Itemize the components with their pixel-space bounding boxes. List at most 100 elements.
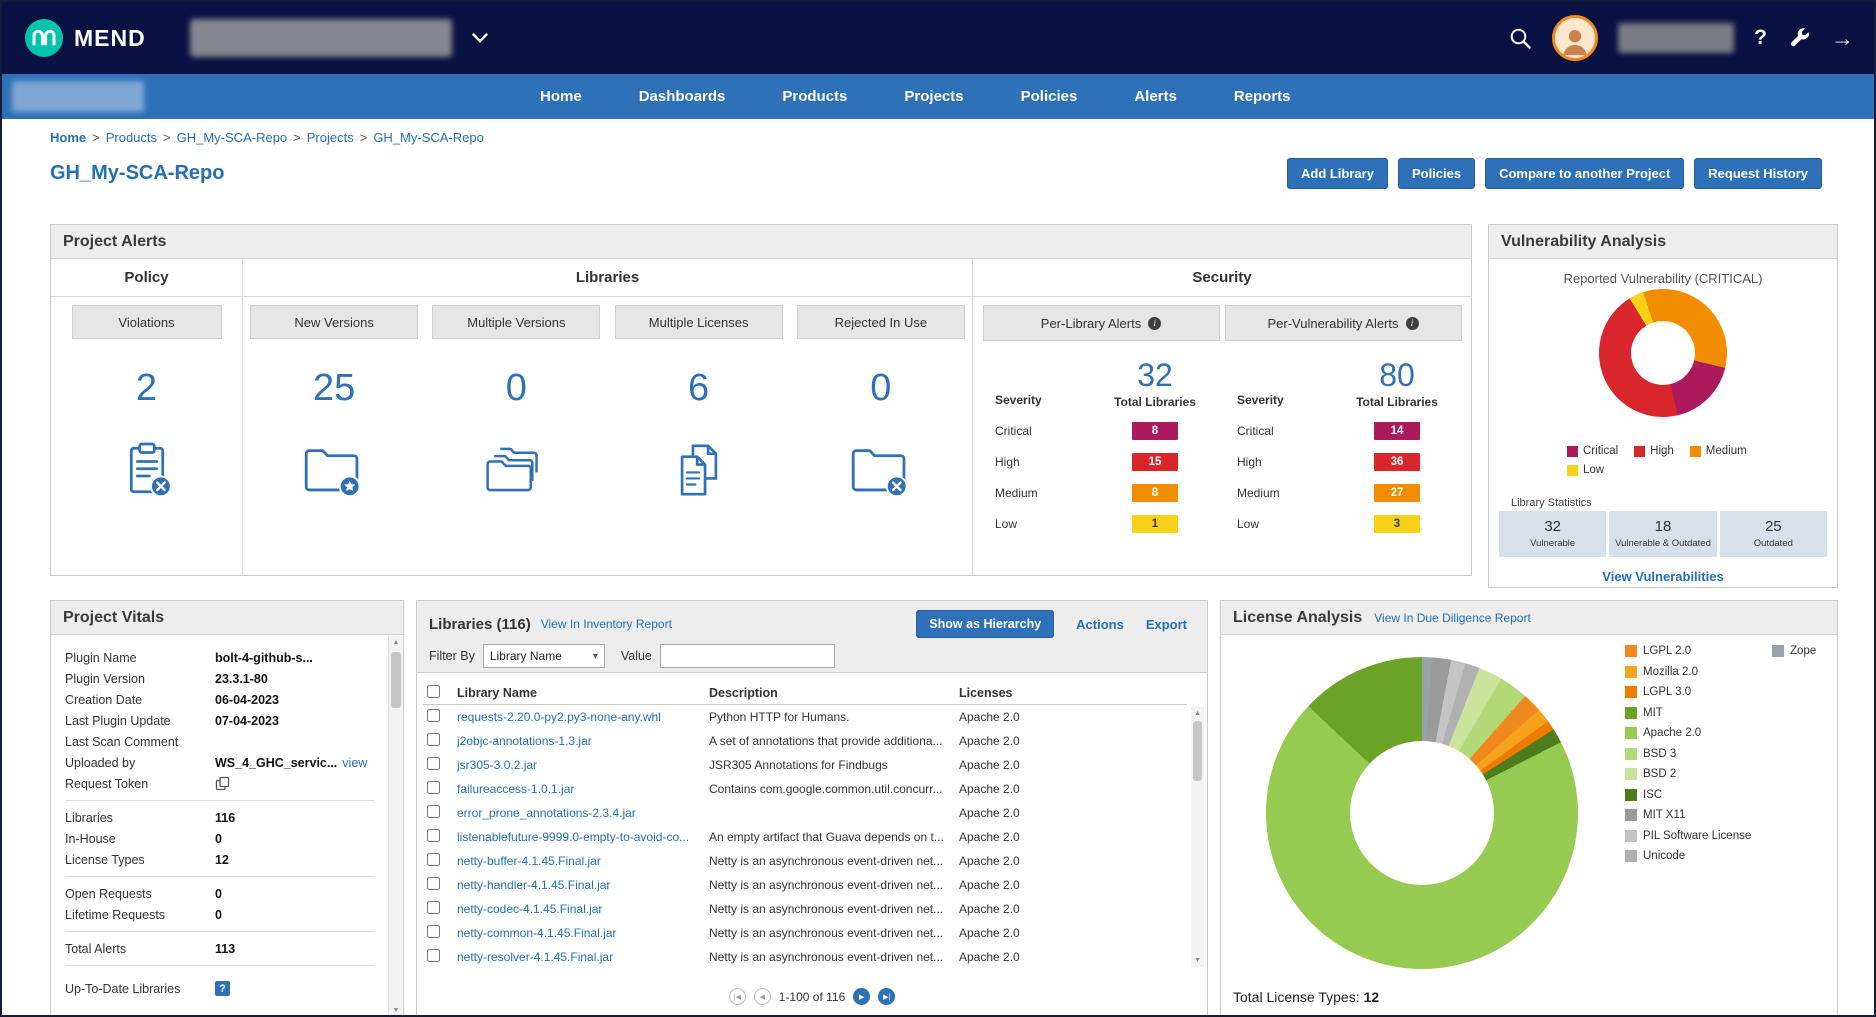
compare-project-button[interactable]: Compare to another Project xyxy=(1485,158,1684,189)
library-link[interactable]: netty-buffer-4.1.45.Final.jar xyxy=(457,854,709,868)
org-selector-redacted[interactable] xyxy=(190,19,452,57)
nav-item-policies[interactable]: Policies xyxy=(1021,88,1078,105)
violations-count[interactable]: 2 xyxy=(136,366,157,410)
row-checkbox[interactable] xyxy=(427,829,440,842)
vulnerability-analysis-title: Vulnerability Analysis xyxy=(1501,233,1666,251)
mend-brand: MEND xyxy=(24,18,146,58)
nav-item-home[interactable]: Home xyxy=(540,88,582,105)
view-link[interactable]: view xyxy=(342,756,367,770)
search-icon[interactable] xyxy=(1508,26,1532,50)
first-page-button[interactable] xyxy=(729,988,746,1005)
filter-value-input[interactable] xyxy=(660,644,835,668)
info-icon[interactable] xyxy=(1148,317,1161,330)
actions-button[interactable]: Actions xyxy=(1076,617,1124,632)
nav-item-reports[interactable]: Reports xyxy=(1234,88,1291,105)
libraries-group: Libraries New Versions 25 xyxy=(243,259,973,575)
nav-item-projects[interactable]: Projects xyxy=(904,88,963,105)
row-checkbox[interactable] xyxy=(427,709,440,722)
next-page-button[interactable] xyxy=(853,988,870,1005)
project-alerts-panel: Project Alerts Policy Violations 2 xyxy=(50,224,1472,576)
library-link[interactable]: failureaccess-1.0.1.jar xyxy=(457,782,709,796)
library-link[interactable]: requests-2.20.0-py2.py3-none-any.whl xyxy=(457,710,709,724)
breadcrumb-projects[interactable]: Projects xyxy=(307,130,354,145)
per-vulnerability-total[interactable]: 80 xyxy=(1323,357,1471,393)
scrollbar-thumb[interactable] xyxy=(391,652,401,708)
breadcrumb-products[interactable]: Products xyxy=(106,130,157,145)
help-icon[interactable]: ? xyxy=(1754,26,1767,50)
new-versions-count[interactable]: 25 xyxy=(313,366,355,410)
table-row: netty-resolver-4.1.45.Final.jarNetty is … xyxy=(423,945,1187,969)
wrench-icon[interactable] xyxy=(1787,26,1811,50)
row-checkbox[interactable] xyxy=(427,901,440,914)
libraries-panel: Libraries (116) View In Inventory Report… xyxy=(416,600,1208,1017)
request-history-button[interactable]: Request History xyxy=(1694,158,1822,189)
library-link[interactable]: netty-common-4.1.45.Final.jar xyxy=(457,926,709,940)
breadcrumb-project-name[interactable]: GH_My-SCA-Repo xyxy=(373,130,484,145)
project-vitals-body: Plugin Namebolt-4-github-s... Plugin Ver… xyxy=(51,635,403,999)
select-all-checkbox[interactable] xyxy=(427,685,440,698)
view-due-diligence-report-link[interactable]: View In Due Diligence Report xyxy=(1374,611,1531,625)
multiple-licenses-count[interactable]: 6 xyxy=(688,366,709,410)
logout-arrow-icon[interactable]: → xyxy=(1831,25,1854,52)
scrollbar-thumb[interactable] xyxy=(1193,721,1202,781)
row-checkbox[interactable] xyxy=(427,949,440,962)
multiple-versions-tile[interactable]: Multiple Versions xyxy=(432,305,600,339)
table-scrollbar[interactable] xyxy=(1191,707,1204,967)
chevron-down-icon[interactable] xyxy=(472,33,488,43)
show-as-hierarchy-button[interactable]: Show as Hierarchy xyxy=(916,610,1054,638)
row-checkbox[interactable] xyxy=(427,925,440,938)
nav-item-products[interactable]: Products xyxy=(782,88,847,105)
library-link[interactable]: listenablefuture-9999.0-empty-to-avoid-c… xyxy=(457,830,709,844)
row-checkbox[interactable] xyxy=(427,877,440,890)
scroll-up-arrow[interactable] xyxy=(389,639,403,646)
filter-field-select[interactable]: Library Name xyxy=(483,644,605,668)
stat-outdated: 25 Outdated xyxy=(1720,511,1827,557)
policies-button[interactable]: Policies xyxy=(1398,158,1475,189)
legend-item: PIL Software License xyxy=(1625,830,1751,842)
legend-item: Apache 2.0 xyxy=(1625,727,1751,739)
multiple-versions-count[interactable]: 0 xyxy=(506,366,527,410)
view-vulnerabilities-link[interactable]: View Vulnerabilities xyxy=(1489,569,1837,584)
export-button[interactable]: Export xyxy=(1146,617,1187,632)
vitals-scrollbar[interactable] xyxy=(388,636,403,1017)
library-link[interactable]: netty-handler-4.1.45.Final.jar xyxy=(457,878,709,892)
row-checkbox[interactable] xyxy=(427,805,440,818)
library-link[interactable]: j2objc-annotations-1.3.jar xyxy=(457,734,709,748)
breadcrumb-separator: > xyxy=(293,130,301,145)
libraries-table: Library Name Description Licenses reques… xyxy=(423,681,1187,969)
info-icon[interactable] xyxy=(1406,317,1419,330)
rejected-in-use-count[interactable]: 0 xyxy=(870,366,891,410)
view-inventory-report-link[interactable]: View In Inventory Report xyxy=(541,617,672,631)
library-link[interactable]: netty-codec-4.1.45.Final.jar xyxy=(457,902,709,916)
new-versions-tile[interactable]: New Versions xyxy=(250,305,418,339)
add-library-button[interactable]: Add Library xyxy=(1287,158,1388,189)
scroll-up-arrow[interactable] xyxy=(1191,710,1204,717)
last-page-button[interactable] xyxy=(878,988,895,1005)
avatar[interactable] xyxy=(1552,15,1598,61)
row-checkbox[interactable] xyxy=(427,781,440,794)
help-badge[interactable]: ? xyxy=(215,981,230,996)
previous-page-button[interactable] xyxy=(754,988,771,1005)
breadcrumb-home[interactable]: Home xyxy=(50,130,86,145)
breadcrumb-product-name[interactable]: GH_My-SCA-Repo xyxy=(177,130,288,145)
copy-icon[interactable] xyxy=(215,776,230,791)
library-link[interactable]: netty-resolver-4.1.45.Final.jar xyxy=(457,950,709,964)
rejected-in-use-tile[interactable]: Rejected In Use xyxy=(797,305,965,339)
scroll-down-arrow[interactable] xyxy=(1191,957,1204,964)
per-vulnerability-alerts-tile[interactable]: Per-Vulnerability Alerts xyxy=(1225,305,1462,341)
per-library-total[interactable]: 32 xyxy=(1081,357,1229,393)
nav-item-dashboards[interactable]: Dashboards xyxy=(639,88,726,105)
multiple-licenses-tile[interactable]: Multiple Licenses xyxy=(615,305,783,339)
license-legend: LGPL 2.0 Mozilla 2.0 LGPL 3.0 MIT Apache… xyxy=(1625,645,1751,862)
violations-tile[interactable]: Violations xyxy=(72,305,222,339)
row-checkbox[interactable] xyxy=(427,733,440,746)
scroll-down-arrow[interactable] xyxy=(389,1007,403,1014)
legend-item-high: High xyxy=(1634,445,1674,457)
nav-item-alerts[interactable]: Alerts xyxy=(1134,88,1177,105)
library-link[interactable]: jsr305-3.0.2.jar xyxy=(457,758,709,772)
row-checkbox[interactable] xyxy=(427,757,440,770)
row-checkbox[interactable] xyxy=(427,853,440,866)
per-library-alerts-tile[interactable]: Per-Library Alerts xyxy=(983,305,1220,341)
legend-item-low: Low xyxy=(1567,464,1604,476)
library-link[interactable]: error_prone_annotations-2.3.4.jar xyxy=(457,806,709,820)
